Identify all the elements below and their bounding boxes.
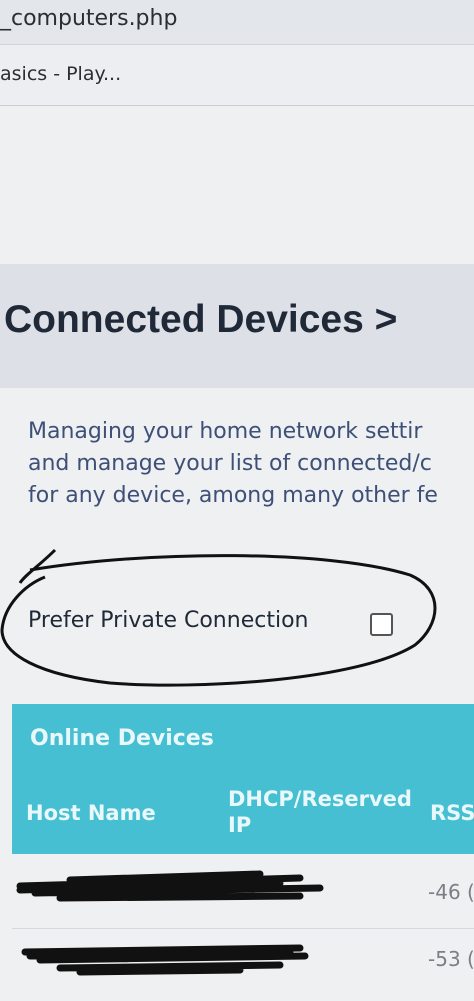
page-title: Connected Devices > xyxy=(4,298,398,341)
online-devices-heading: Online Devices xyxy=(30,726,214,751)
rss-value: -53 ( xyxy=(428,947,474,971)
page-description: Managing your home network settir and ma… xyxy=(28,416,474,512)
column-dhcp-reserved-ip: DHCP/Reserved IP xyxy=(228,787,412,837)
column-host-name: Host Name xyxy=(26,801,156,825)
page-title-band: Connected Devices > xyxy=(0,264,474,388)
description-line: Managing your home network settir xyxy=(28,419,423,444)
prefer-private-connection-label: Prefer Private Connection xyxy=(28,608,309,633)
description-line: and manage your list of connected/c xyxy=(28,451,432,476)
description-line: for any device, among many other fe xyxy=(28,483,438,508)
browser-url-bar[interactable]: _computers.php xyxy=(0,0,474,45)
redaction-scribble xyxy=(21,944,309,976)
prefer-private-connection-checkbox[interactable] xyxy=(370,613,393,636)
online-devices-table-header: Online Devices Host Name DHCP/Reserved I… xyxy=(12,704,474,854)
browser-tab-bar: asics - Play... xyxy=(0,45,474,106)
redaction-scribble xyxy=(16,870,324,902)
url-text[interactable]: _computers.php xyxy=(0,6,177,31)
column-rss: RSS xyxy=(430,801,474,825)
blank-area xyxy=(0,106,474,264)
browser-tab-title[interactable]: asics - Play... xyxy=(0,63,121,85)
rss-value: -46 ( xyxy=(428,880,474,904)
